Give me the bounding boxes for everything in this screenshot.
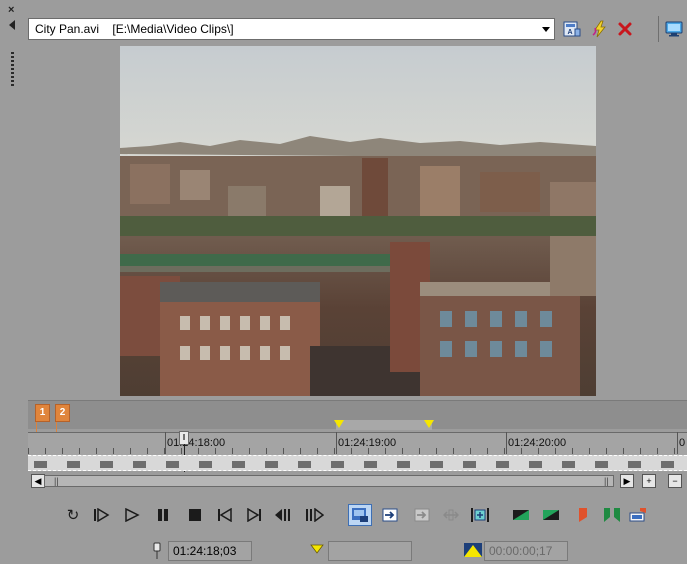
ruler-label: 0 (679, 437, 686, 449)
media-dropdown-value: City Pan.avi [E:\Media\Video Clips\] (35, 22, 234, 36)
ruler-major-tick (506, 432, 507, 454)
fit-to-fill-icon[interactable] (441, 504, 461, 526)
chevron-down-icon (542, 27, 550, 32)
timeline-scrollbar-thumb[interactable] (44, 475, 614, 487)
dock-grip-handle[interactable] (11, 52, 14, 88)
loop-start-handle[interactable] (334, 420, 344, 428)
media-dropdown[interactable]: City Pan.avi [E:\Media\Video Clips\] (28, 18, 555, 40)
zoom-out-button[interactable]: − (668, 474, 682, 488)
add-to-timeline-icon[interactable] (380, 504, 400, 526)
city-skyline-image (120, 46, 596, 396)
loop-playback-icon[interactable]: ↻ (63, 504, 83, 526)
scroll-left-button[interactable]: ◀ (31, 474, 45, 488)
collapse-arrow-icon[interactable] (9, 20, 15, 30)
thumbnail-strip[interactable] (28, 455, 687, 471)
loop-length-field[interactable]: 00:00:00;17 (484, 541, 568, 561)
zoom-in-button[interactable]: + (642, 474, 656, 488)
selection-start-icon (310, 544, 324, 556)
cursor-position-icon (150, 542, 164, 560)
selection-time-field[interactable] (328, 541, 412, 561)
playhead-handle[interactable]: ǁ (179, 431, 189, 445)
loop-region-bar[interactable] (336, 420, 432, 430)
loop-end-handle[interactable] (424, 420, 434, 428)
play-icon[interactable] (122, 504, 142, 526)
video-preview (120, 46, 596, 396)
go-to-end-icon[interactable] (244, 504, 264, 526)
loop-length-icon (463, 542, 483, 558)
display-options-icon[interactable] (663, 18, 685, 40)
ruler-major-tick (336, 432, 337, 454)
insert-region-icon[interactable] (602, 504, 622, 526)
marker-1[interactable]: 1 (35, 404, 50, 422)
snap-icon[interactable] (348, 504, 372, 526)
insert-marker-icon[interactable] (573, 504, 593, 526)
mark-out-icon[interactable] (541, 504, 561, 526)
ruler-major-tick (677, 432, 678, 454)
ruler-major-tick (165, 432, 166, 454)
media-properties-icon[interactable]: A (561, 18, 583, 40)
trim-selection-icon[interactable] (470, 504, 490, 526)
previous-frame-icon[interactable] (274, 504, 294, 526)
go-to-start-icon[interactable] (215, 504, 235, 526)
ruler-label: 01:24:20:00 (508, 437, 567, 449)
use-project-in-place-icon[interactable] (589, 18, 611, 40)
toolbar-separator (658, 16, 659, 42)
scroll-thumb-grip-left[interactable]: || (54, 477, 59, 486)
create-subclip-icon[interactable] (628, 504, 648, 526)
mark-in-icon[interactable] (511, 504, 531, 526)
add-to-timeline-before-icon[interactable] (412, 504, 432, 526)
ruler-label: 01:24:18:00 (167, 437, 226, 449)
ruler-label: 01:24:19:00 (338, 437, 397, 449)
cursor-time-field[interactable]: 01:24:18;03 (168, 541, 252, 561)
marker-2[interactable]: 2 (55, 404, 70, 422)
media-path: [E:\Media\Video Clips\] (112, 22, 234, 36)
media-file-name: City Pan.avi (35, 22, 100, 36)
scroll-thumb-grip-right[interactable]: || (604, 477, 609, 486)
close-window-icon[interactable]: × (8, 4, 18, 16)
next-frame-icon[interactable] (304, 504, 324, 526)
scroll-right-button[interactable]: ▶ (620, 474, 634, 488)
stop-icon[interactable] (185, 504, 205, 526)
clear-trimmer-history-icon[interactable] (614, 18, 636, 40)
play-from-start-icon[interactable] (92, 504, 112, 526)
pause-icon[interactable] (153, 504, 173, 526)
svg-text:A: A (568, 29, 573, 36)
